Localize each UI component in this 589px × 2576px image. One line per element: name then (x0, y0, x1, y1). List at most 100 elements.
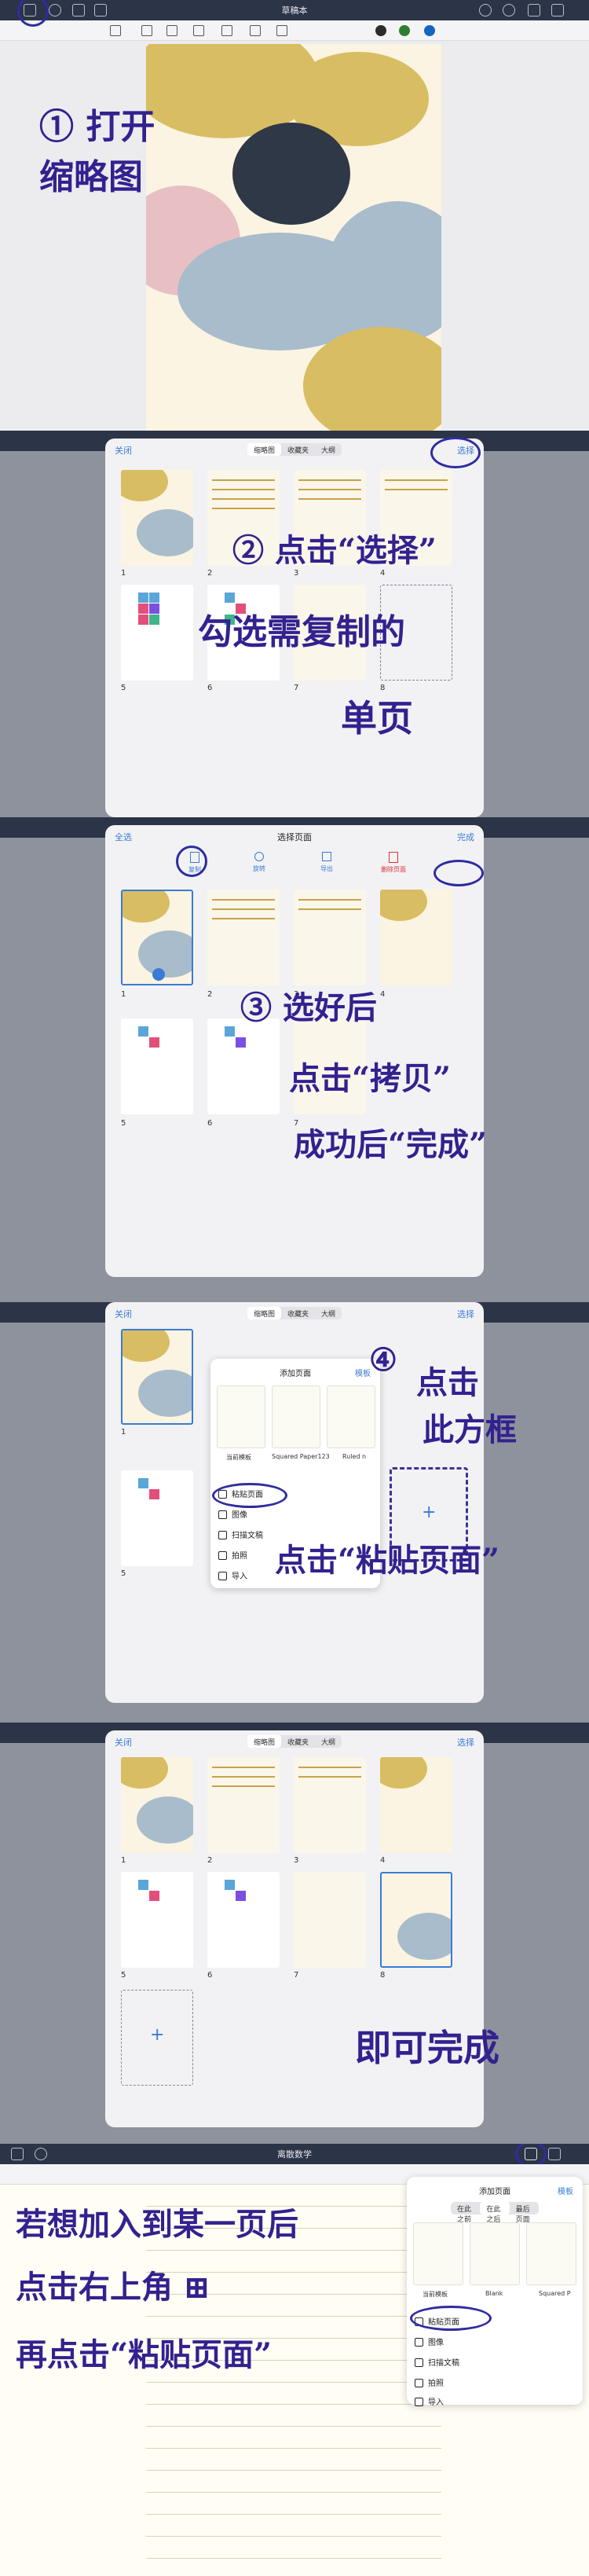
annotation-step3-a: ③ 选好后 (240, 989, 377, 1026)
page-thumbnail[interactable] (121, 470, 193, 566)
template-card[interactable] (413, 2222, 463, 2285)
page-thumbnail[interactable] (294, 1757, 366, 1853)
template-label: Squared P (539, 2290, 571, 2297)
page-number: 1 (121, 1428, 126, 1437)
page-thumbnail[interactable] (121, 1018, 193, 1114)
color-blue[interactable] (424, 25, 435, 36)
step1-panel: 草稿本 ① 打开 缩略图 (0, 0, 589, 431)
scan-icon (218, 1531, 227, 1539)
highlighter-icon[interactable] (166, 25, 177, 36)
select-button[interactable]: 选择 (457, 1308, 474, 1320)
close-button[interactable]: 关闭 (115, 1736, 132, 1749)
page-thumbnail[interactable] (207, 1018, 280, 1114)
template-button[interactable]: 模板 (355, 1367, 371, 1378)
close-icon[interactable] (551, 4, 564, 17)
export-action[interactable]: 导出 (311, 852, 342, 873)
select-highlight (430, 437, 481, 468)
tab-outline[interactable]: 大纲 (315, 443, 342, 456)
template-card[interactable] (272, 1385, 320, 1448)
add-page-placeholder[interactable]: + (121, 1990, 193, 2086)
page-number: 7 (294, 684, 299, 692)
template-label: Squared Paper123 (272, 1453, 330, 1460)
shapes-icon[interactable] (193, 25, 204, 36)
menu-item-scan[interactable]: 扫描文稿 (218, 1528, 263, 1540)
menu-item-import[interactable]: 导入 (415, 2395, 444, 2407)
export-label: 导出 (320, 865, 333, 872)
tab-before[interactable]: 在此之前 (451, 2202, 480, 2224)
delete-action[interactable]: 删除页面 (374, 852, 413, 874)
page-thumbnail-new[interactable] (380, 1872, 452, 1968)
template-card[interactable] (327, 1385, 375, 1448)
template-label: 当前模板 (226, 1454, 251, 1461)
page-thumbnail[interactable] (380, 890, 452, 985)
tab-thumbnails[interactable]: 缩略图 (247, 1307, 281, 1319)
page-thumbnail[interactable] (207, 1872, 280, 1968)
annotation-step3-b: 点击“拷贝” (289, 1060, 452, 1097)
page-number: 4 (380, 1856, 386, 1865)
tab-thumbnails[interactable]: 缩略图 (247, 1735, 281, 1748)
template-card[interactable] (470, 2222, 520, 2285)
close-icon[interactable] (548, 2148, 561, 2160)
tab-favorites[interactable]: 收藏夹 (281, 1307, 315, 1319)
page-thumbnail[interactable] (121, 1470, 193, 1566)
page-number: 1 (121, 990, 126, 999)
eraser-icon[interactable] (141, 25, 152, 36)
template-label: Ruled n (342, 1453, 367, 1460)
toolbar-title: 草稿本 (281, 6, 308, 16)
page-number: 1 (121, 1856, 126, 1865)
page-thumbnail[interactable] (121, 585, 193, 681)
annotation-step2-b: 勾选需复制的 (198, 612, 405, 652)
rotate-action[interactable]: 旋转 (243, 852, 275, 873)
page-number: 1 (121, 569, 126, 578)
undo-icon[interactable] (479, 4, 492, 17)
tab-last[interactable]: 最后页面 (510, 2202, 539, 2224)
page-thumbnail[interactable] (294, 1872, 366, 1968)
add-page-icon[interactable] (528, 4, 540, 17)
close-button[interactable]: 关闭 (115, 444, 132, 457)
page-thumbnail[interactable] (207, 1757, 280, 1853)
page-thumbnail[interactable] (294, 890, 366, 985)
tab-outline[interactable]: 大纲 (315, 1307, 342, 1319)
pen-icon[interactable] (110, 25, 121, 36)
page-thumbnail-selected[interactable] (121, 890, 193, 985)
lasso-icon[interactable] (221, 25, 232, 36)
template-card[interactable] (217, 1385, 265, 1448)
tab-outline[interactable]: 大纲 (315, 1735, 342, 1748)
menu-item-camera[interactable]: 拍照 (415, 2376, 444, 2388)
step3-panel: 全选 选择页面 完成 复制 旋转 导出 删除页面 1 2 3 4 5 6 7 ③… (0, 817, 589, 1302)
close-button[interactable]: 关闭 (115, 1308, 132, 1320)
page-number: 2 (207, 1856, 213, 1865)
menu-item-camera[interactable]: 拍照 (218, 1549, 247, 1561)
page-number: 4 (380, 990, 386, 999)
redo-icon[interactable] (503, 4, 515, 17)
template-button[interactable]: 模板 (558, 2185, 573, 2196)
page-thumbnail[interactable] (121, 1757, 193, 1853)
menu-item-image[interactable]: 图像 (218, 1508, 247, 1520)
page-thumbnail[interactable] (207, 890, 280, 985)
image-icon[interactable] (250, 25, 261, 36)
tab-favorites[interactable]: 收藏夹 (281, 1735, 315, 1748)
annotation-step2-c: 单页 (341, 697, 413, 739)
page-thumbnail[interactable] (380, 1757, 452, 1853)
annotation-step4-b: 此方框 (423, 1411, 517, 1448)
text-icon[interactable] (276, 25, 287, 36)
sheet-title: 选择页面 (277, 832, 312, 842)
template-card[interactable] (526, 2222, 576, 2285)
select-button[interactable]: 选择 (457, 1736, 474, 1749)
color-green[interactable] (399, 25, 410, 36)
tab-favorites[interactable]: 收藏夹 (281, 443, 315, 456)
tab-thumbnails[interactable]: 缩略图 (247, 443, 281, 456)
menu-item-image[interactable]: 图像 (415, 2336, 444, 2347)
tab-after[interactable]: 在此之后 (480, 2202, 510, 2224)
page-thumbnail[interactable] (121, 1872, 193, 1968)
annotation-step6-b: 点击右上角 ⊞ (16, 2269, 210, 2306)
color-black[interactable] (375, 25, 386, 36)
camera-icon (218, 1551, 227, 1560)
menu-item-import[interactable]: 导入 (218, 1569, 247, 1581)
view-tabs: 缩略图 收藏夹 大纲 (247, 443, 342, 456)
menu-item-scan[interactable]: 扫描文稿 (415, 2356, 459, 2368)
done-button[interactable]: 完成 (457, 831, 474, 843)
page-thumbnail[interactable] (121, 1329, 193, 1425)
delete-label: 删除页面 (381, 866, 406, 873)
select-pages-sheet: 全选 选择页面 完成 复制 旋转 导出 删除页面 1 2 3 4 5 6 7 (105, 825, 484, 1277)
